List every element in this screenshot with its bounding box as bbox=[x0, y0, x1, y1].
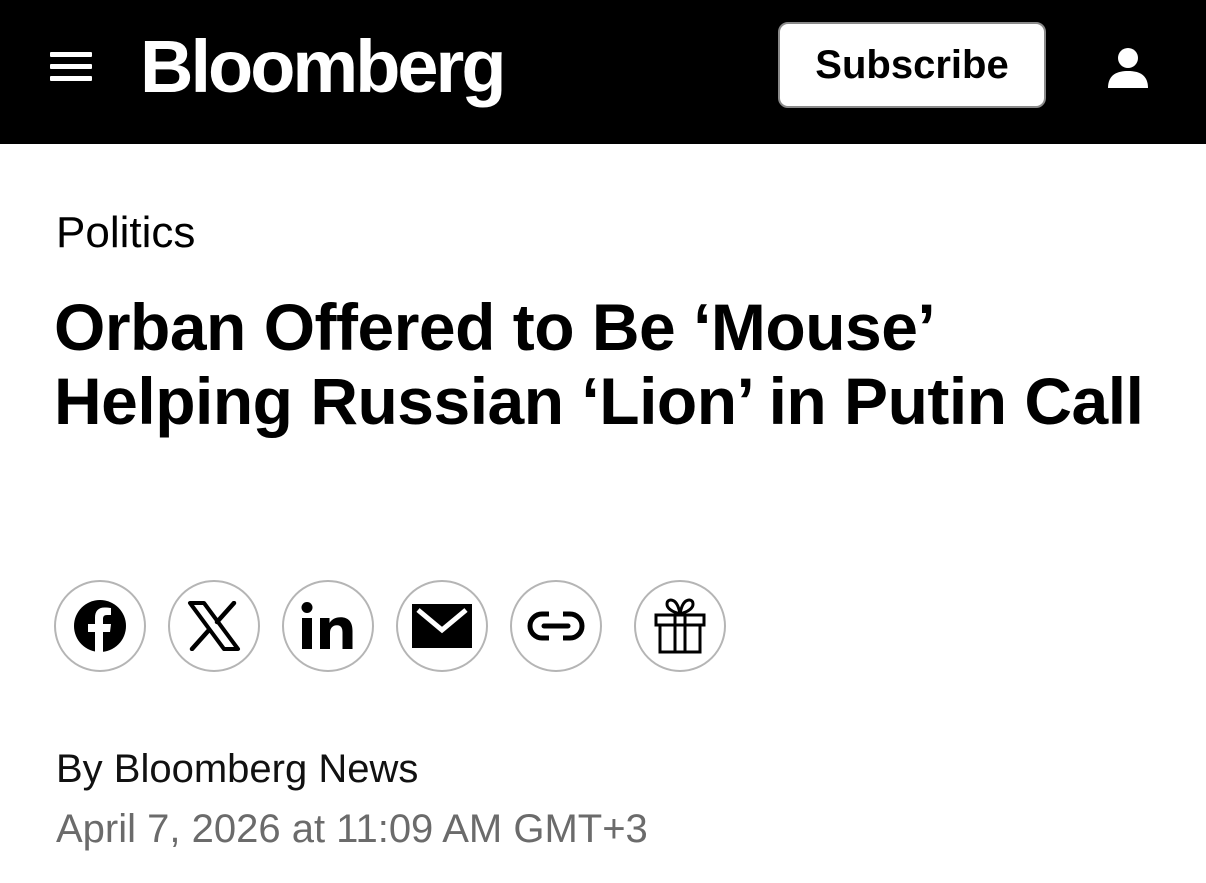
top-navigation-bar: Bloomberg Subscribe bbox=[0, 0, 1206, 144]
gift-article-button[interactable] bbox=[634, 580, 726, 672]
share-linkedin-button[interactable] bbox=[282, 580, 374, 672]
menu-line bbox=[50, 76, 92, 81]
x-twitter-icon bbox=[188, 601, 240, 651]
article-timestamp: April 7, 2026 at 11:09 AM GMT+3 bbox=[56, 807, 648, 851]
share-x-button[interactable] bbox=[168, 580, 260, 672]
article-category[interactable]: Politics bbox=[56, 206, 195, 260]
copy-link-icon bbox=[527, 611, 585, 641]
gift-icon bbox=[654, 598, 706, 654]
hamburger-menu-button[interactable] bbox=[50, 48, 94, 86]
menu-line bbox=[50, 64, 92, 69]
user-account-button[interactable] bbox=[1104, 44, 1152, 92]
user-account-icon bbox=[1108, 48, 1148, 88]
share-facebook-button[interactable] bbox=[54, 580, 146, 672]
email-icon bbox=[412, 604, 472, 648]
menu-line bbox=[50, 52, 92, 57]
linkedin-icon bbox=[301, 602, 353, 649]
facebook-icon bbox=[74, 600, 126, 652]
subscribe-button[interactable]: Subscribe bbox=[778, 22, 1046, 108]
article-byline: By Bloomberg News bbox=[56, 747, 419, 791]
article-headline: Orban Offered to Be ‘Mouse’ Helping Russ… bbox=[54, 290, 1144, 438]
bloomberg-logo[interactable]: Bloomberg bbox=[140, 22, 507, 112]
copy-link-button[interactable] bbox=[510, 580, 602, 672]
share-email-button[interactable] bbox=[396, 580, 488, 672]
